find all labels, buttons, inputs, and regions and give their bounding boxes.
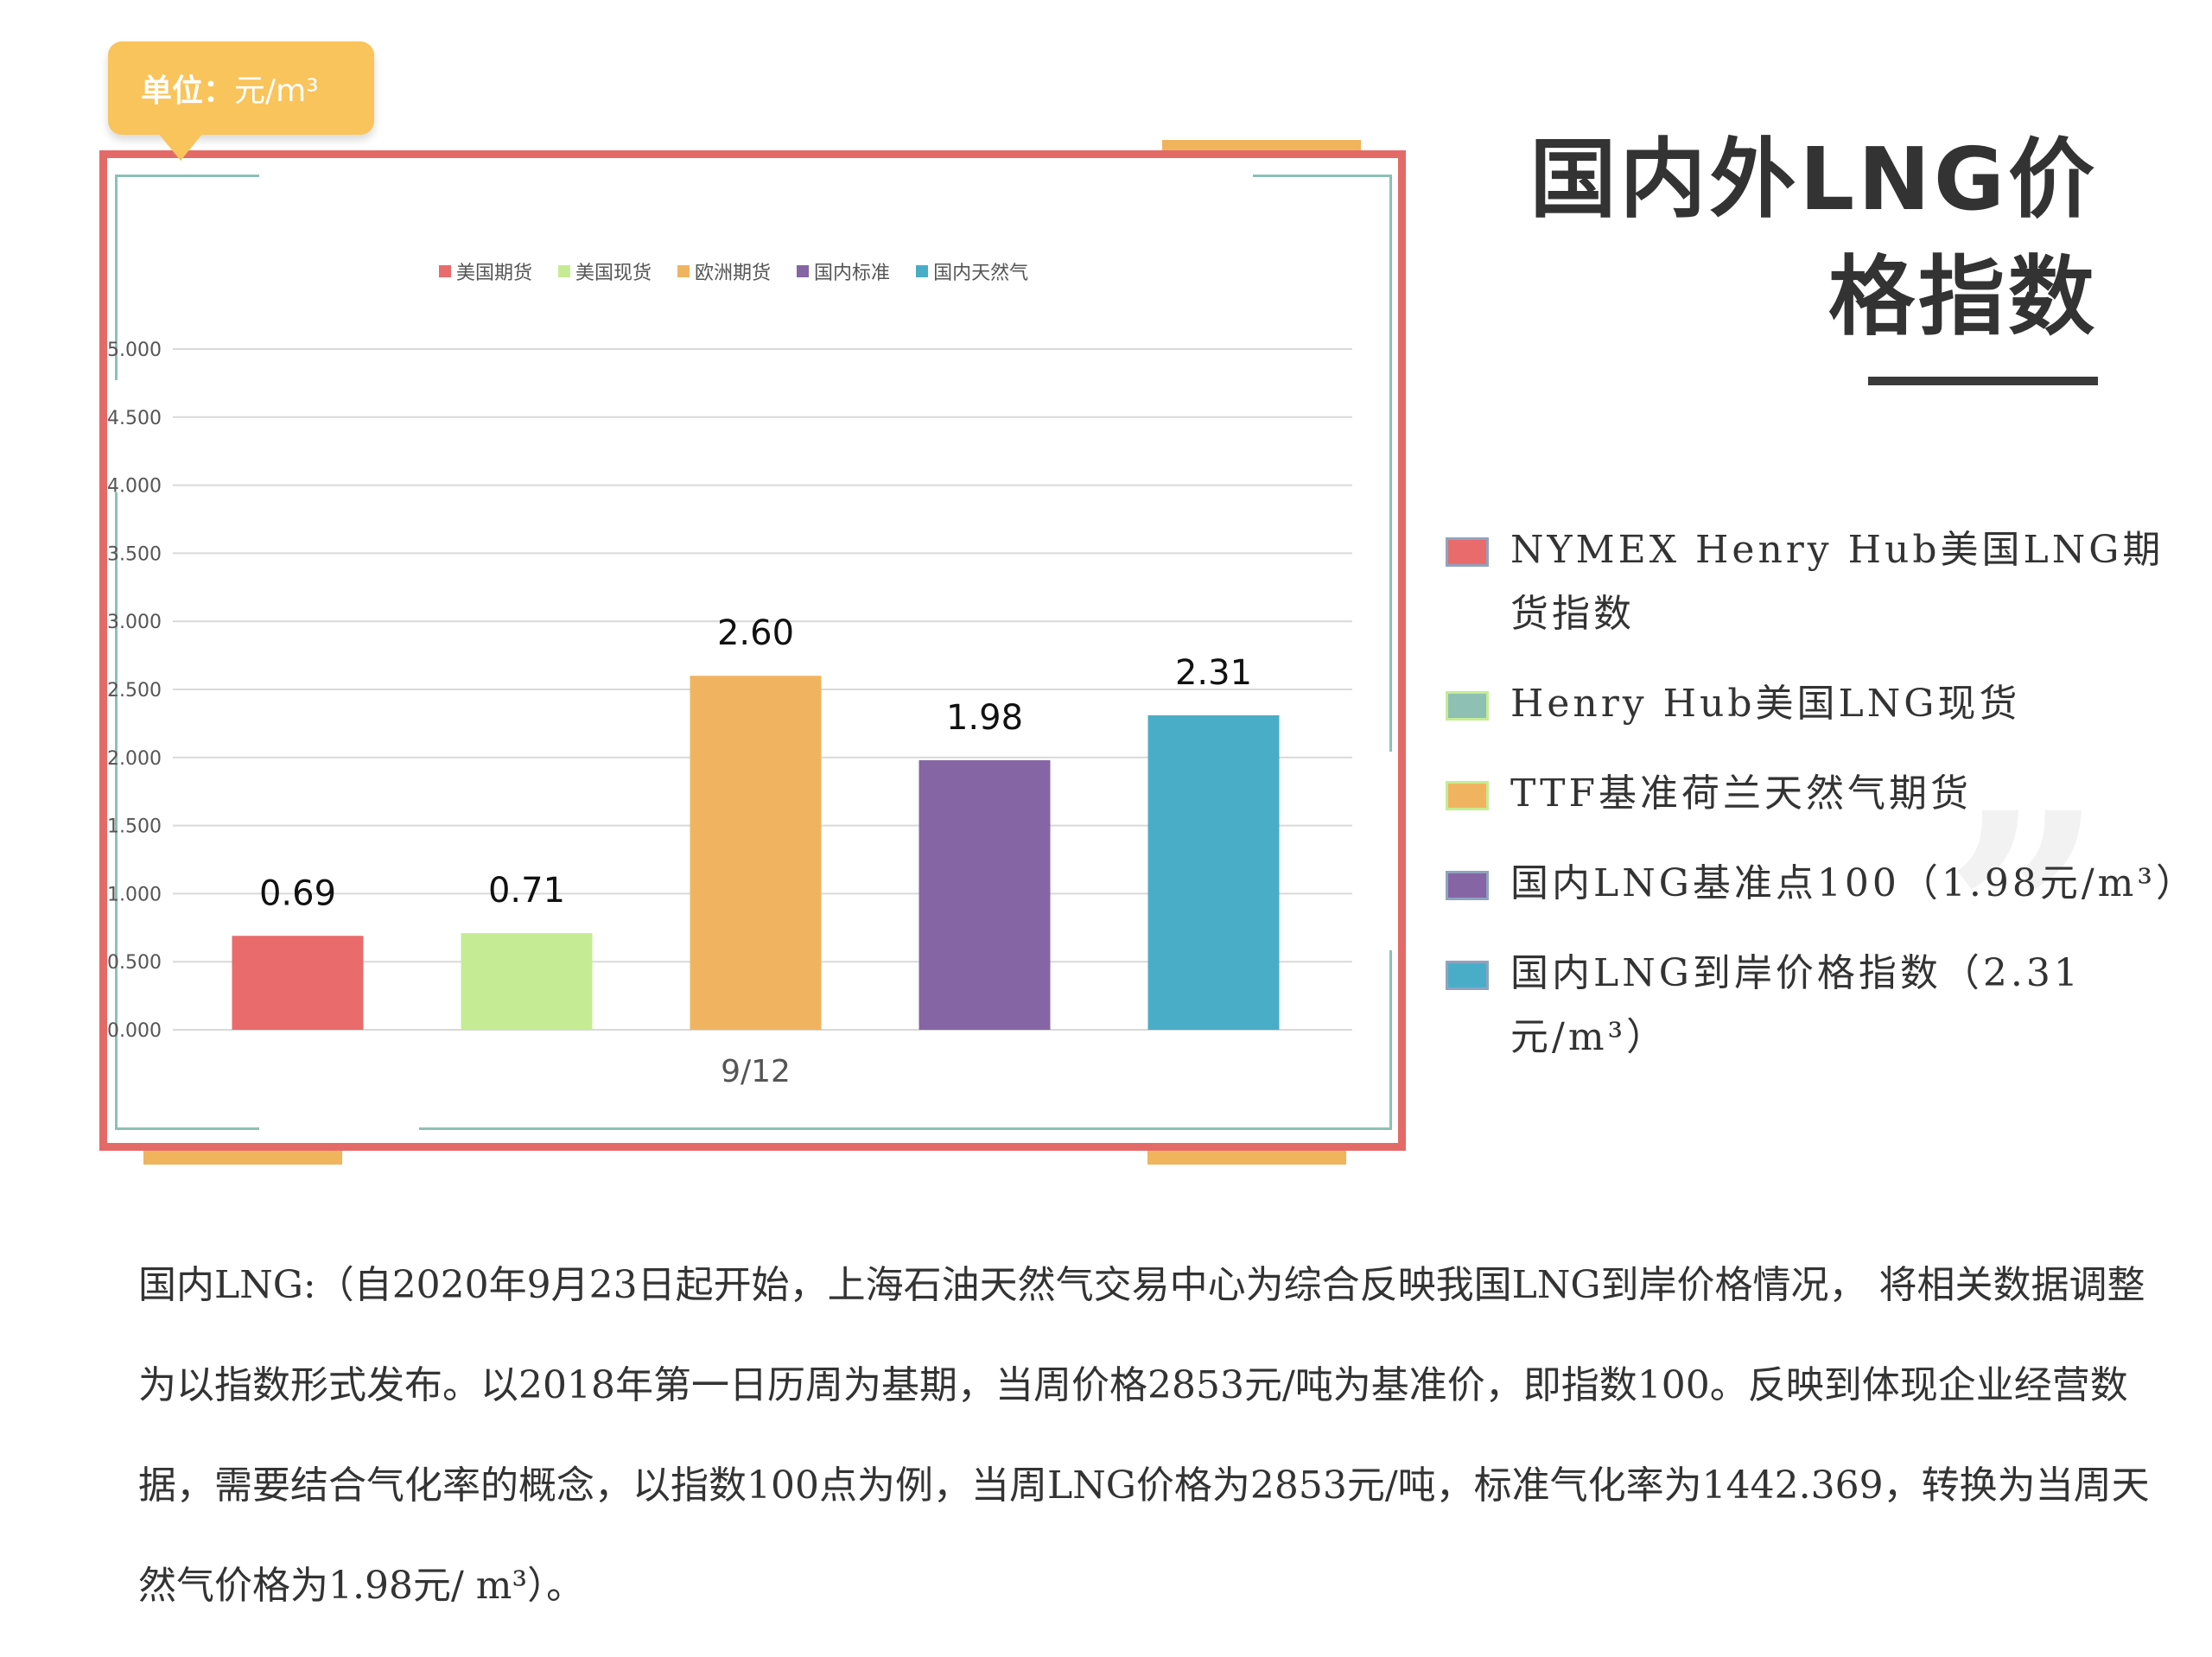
unit-tag-pointer [158, 133, 203, 161]
right-legend-label: 国内LNG基准点100（1.98元/m³） [1510, 861, 2198, 905]
right-legend-item: Henry Hub美国LNG现货 [1441, 672, 2202, 736]
unit-tag: 单位： 元/m³ [108, 41, 374, 161]
bar-chart: 0.000 0.500 1.000 1.500 2.000 2.500 3.000 3.500… [107, 340, 1352, 1089]
y-tick-label: 2.000 [107, 748, 162, 770]
title-line-1: 国内外LNG价 [1529, 129, 2098, 230]
legend-label: 国内标准 [814, 263, 891, 284]
chart-legend-item: 国内标准 [797, 257, 890, 285]
y-tick-label: 2.500 [107, 680, 162, 702]
data-label: 0.71 [488, 871, 565, 911]
chart-legend-item: 美国现货 [558, 257, 652, 285]
right-legend-label: Henry Hub美国LNG现货 [1510, 682, 2021, 726]
y-tick-label: 5.000 [107, 340, 162, 361]
legend-swatch [558, 265, 571, 277]
bar-3 [690, 676, 822, 1030]
chart-legend: 美国期货 美国现货 欧洲期货 国内标准 国内天然气 [439, 257, 1028, 285]
legend-swatch-teal [1446, 691, 1489, 721]
right-legend-item: TTF基准荷兰天然气期货 [1441, 762, 2202, 826]
y-tick-label: 3.500 [107, 543, 162, 565]
y-tick-label: 4.000 [107, 476, 162, 498]
right-legend-label: NYMEX Henry Hub美国LNG期货指数 [1510, 528, 2164, 636]
legend-swatch [797, 265, 810, 277]
bar-1 [232, 936, 364, 1030]
legend-swatch-purple [1446, 871, 1489, 900]
data-label: 2.31 [1175, 653, 1252, 693]
data-label: 1.98 [946, 698, 1023, 738]
y-tick-label: 1.000 [107, 884, 162, 905]
y-tick-label: 3.000 [107, 612, 162, 633]
y-tick-label: 1.500 [107, 816, 162, 838]
legend-label: 美国期货 [456, 263, 533, 284]
x-tick-label: 9/12 [721, 1054, 791, 1089]
bar-5 [1147, 714, 1280, 1030]
page-title: 国内外LNG价 格指数 [1530, 121, 2099, 356]
data-label: 2.60 [717, 613, 794, 653]
chart-legend-item: 欧洲期货 [677, 257, 771, 285]
description-paragraph: 国内LNG:（自2020年9月23日起开始，上海石油天然气交易中心为综合反映我国… [138, 1263, 2150, 1608]
legend-swatch [439, 265, 451, 277]
legend-swatch [677, 265, 690, 277]
unit-label: 单位： [141, 73, 235, 109]
right-legend-item: 国内LNG基准点100（1.98元/m³） [1441, 852, 2202, 916]
legend-label: 美国现货 [575, 263, 652, 284]
title-line-2: 格指数 [1828, 246, 2098, 347]
y-tick-label: 0.000 [107, 1020, 162, 1042]
title-underline [1868, 377, 2098, 385]
right-legend-label: 国内LNG到岸价格指数（2.31元/m³） [1510, 951, 2082, 1059]
right-legend: NYMEX Henry Hub美国LNG期货指数 Henry Hub美国LNG现… [1441, 518, 2202, 1095]
right-legend-item: NYMEX Henry Hub美国LNG期货指数 [1441, 518, 2202, 646]
right-legend-label: TTF基准荷兰天然气期货 [1510, 771, 1973, 816]
unit-value: 元/m³ [234, 73, 319, 109]
y-tick-label: 0.500 [107, 952, 162, 974]
legend-swatch-blue [1446, 961, 1489, 990]
data-label: 0.69 [259, 873, 336, 913]
legend-swatch [916, 265, 929, 277]
bar-2 [461, 933, 593, 1030]
legend-swatch-orange [1446, 781, 1489, 810]
y-tick-label: 4.500 [107, 408, 162, 429]
legend-label: 国内天然气 [933, 263, 1029, 284]
legend-swatch-red [1446, 537, 1489, 567]
bar-4 [918, 759, 1051, 1030]
chart-legend-item: 国内天然气 [916, 257, 1028, 285]
chart-legend-item: 美国期货 [439, 257, 532, 285]
legend-label: 欧洲期货 [695, 263, 772, 284]
right-legend-item: 国内LNG到岸价格指数（2.31元/m³） [1441, 942, 2202, 1070]
